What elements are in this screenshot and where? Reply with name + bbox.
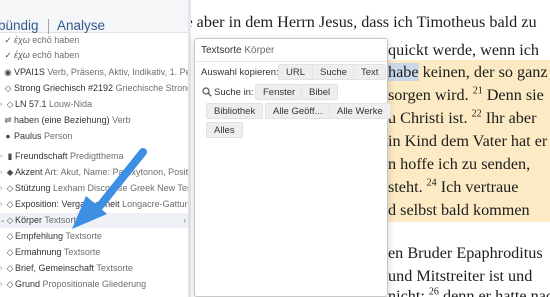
tree-row-empfehlung[interactable]: ◇ Empfehlung Textsorte (0, 229, 190, 244)
tree-row-echo[interactable]: ✓ ἐχω echō haben (0, 48, 190, 63)
copy-url-button[interactable]: URL (278, 64, 314, 80)
chevron-right-icon[interactable]: › (183, 213, 186, 228)
accent-icon: ◆ (6, 167, 14, 177)
sense-icon: ⇌ (4, 115, 12, 125)
text-line: en Bruder Epaphroditus (388, 244, 543, 262)
highlighted-line: sorgen wird. 21 Denn sie (388, 83, 550, 107)
copy-search-button[interactable]: Suche (312, 64, 355, 80)
tab-separator (48, 19, 49, 34)
selected-word[interactable]: habe (388, 63, 419, 81)
popover-title: Textsorte Körper (201, 45, 275, 56)
bookmark-icon: ▮ (7, 151, 13, 161)
tree-row-grund[interactable]: › ◇ Grund Propositionale Gliederung (0, 277, 190, 292)
person-icon: ● (5, 131, 11, 141)
tree-row-sermon-theme[interactable]: › ▮ Freundschaft Predigtthema (0, 149, 190, 164)
search-all-works-button[interactable]: Alle Werke (329, 103, 391, 119)
tree-row-person[interactable]: ● Paulus Person (0, 129, 190, 144)
tag-icon: ◇ (6, 99, 14, 109)
tree-row-morphology[interactable]: ◉ VPAI1S Verb, Präsens, Aktiv, Indikativ… (0, 65, 190, 80)
morphology-icon: ◉ (4, 67, 12, 77)
discourse-icon: ◇ (6, 183, 14, 193)
search-icon (202, 87, 212, 97)
checkmark-icon: ✓ (4, 50, 12, 60)
highlighted-line: steht. 24 Ich vertraue (388, 175, 550, 199)
panel-tab-bar: bündig Analyse (0, 0, 190, 34)
copy-selection-label: Auswahl kopieren: (201, 67, 279, 78)
highlighted-line: habe keinen, der so ganz (388, 60, 550, 84)
highlighted-line: u Christi ist. 22 Ihr aber (388, 106, 550, 130)
tab-analyse[interactable]: Analyse (57, 18, 105, 33)
search-library-button[interactable]: Bibliothek (206, 103, 264, 119)
tree-row-koerper[interactable]: ⌄ ◇ Körper Textsorte › (0, 213, 190, 228)
tag-icon: ◇ (4, 83, 12, 93)
text-type-icon: ◇ (6, 215, 14, 225)
text-type-icon: ◇ (6, 263, 14, 273)
tree-row-accent[interactable]: › ◆ Akzent Art: Akut, Name: Paroxytonon,… (0, 165, 190, 180)
popover-divider (195, 61, 387, 62)
search-window-button[interactable]: Fenster (255, 84, 304, 100)
tree-row-echo[interactable]: ✓ ἐχω echō haben (0, 33, 190, 48)
outline-icon: ◇ (6, 279, 14, 289)
checkmark-icon: ✓ (4, 35, 12, 45)
search-all-open-button[interactable]: Alle Geöff... (265, 103, 331, 119)
genre-icon: ◇ (6, 199, 14, 209)
text-type-icon: ◇ (6, 247, 14, 257)
search-bible-button[interactable]: Bibel (301, 84, 339, 100)
highlighted-line: in Kind dem Vater hat er (388, 129, 550, 153)
tree-row-exposition[interactable]: › ◇ Exposition: Vergangenheit Longacre-G… (0, 197, 190, 212)
tree-row-support[interactable]: › ◇ Stützung Lexham Discourse Greek New … (0, 181, 190, 196)
panel-resize-handle[interactable] (188, 0, 191, 297)
tab-buendig[interactable]: bündig (0, 18, 39, 33)
textsorte-popover: Textsorte Körper Auswahl kopieren: URL S… (194, 38, 391, 297)
text-type-icon: ◇ (6, 231, 14, 241)
tree-row-louw-nida[interactable]: › ◇ LN 57.1 Louw-Nida (0, 97, 190, 112)
information-sidebar: bündig Analyse ✓ ἐχω echō haben ✓ ἐχω ec… (0, 0, 190, 297)
copy-text-button[interactable]: Text (353, 64, 387, 80)
text-line: quickt werde, wenn ich (388, 41, 540, 59)
highlighted-line: n hoffe ich zu senden, (388, 152, 550, 176)
highlighted-line: d selbst bald kommen (388, 198, 550, 222)
tree-row-sense[interactable]: ⇌ haben (eine Beziehung) Verb (0, 113, 190, 128)
tree-row-strong[interactable]: ◇ Strong Griechisch #2192 Griechische St… (0, 81, 190, 96)
tree-row-ermahnung[interactable]: ◇ Ermahnung Textsorte (0, 245, 190, 260)
tree-row-brief[interactable]: › ◇ Brief, Gemeinschaft Textsorte (0, 261, 190, 276)
search-in-label: Suche in: (214, 87, 254, 98)
text-line: nicht; 26 denn er hatte nach (388, 286, 550, 297)
search-everything-button[interactable]: Alles (206, 122, 243, 138)
